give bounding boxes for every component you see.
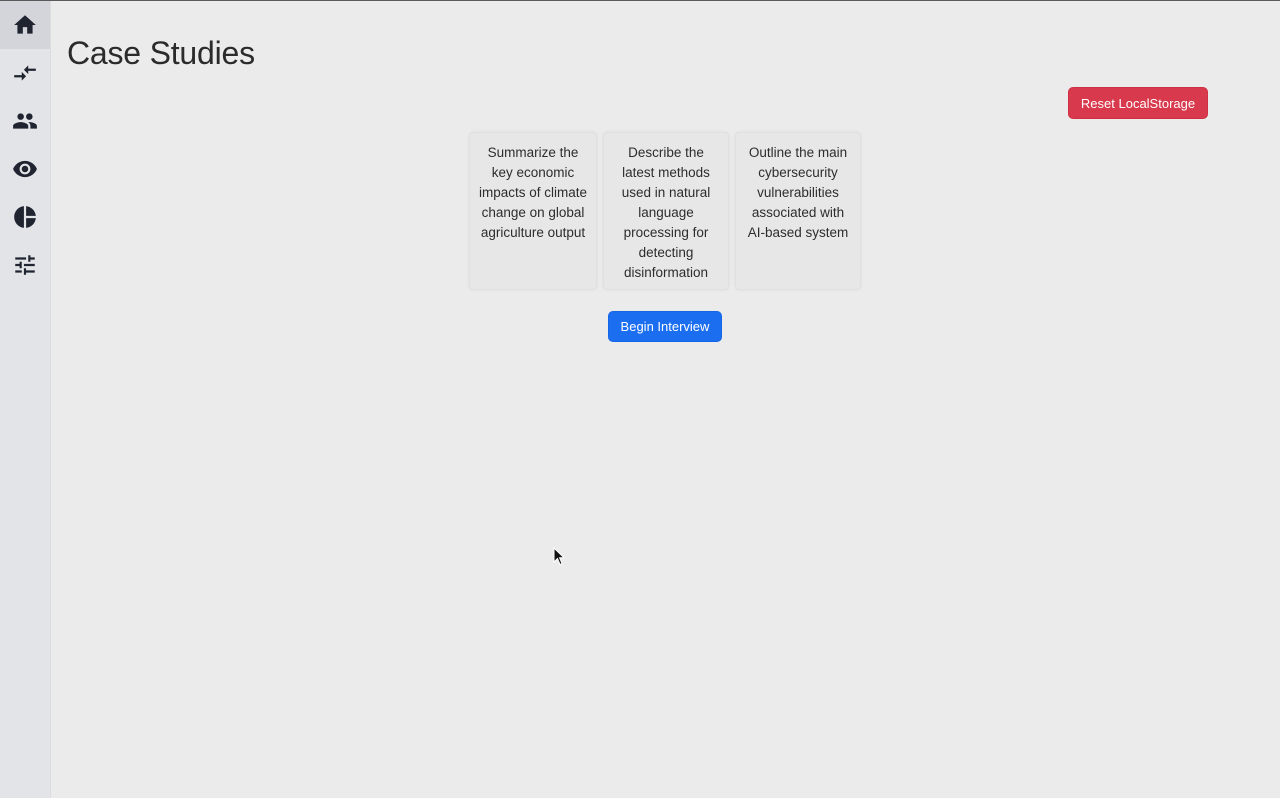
reset-localstorage-button[interactable]: Reset LocalStorage xyxy=(1068,87,1208,119)
sidebar-item-settings[interactable] xyxy=(0,241,50,289)
compare-arrows-icon xyxy=(14,65,36,81)
mouse-cursor-icon xyxy=(553,547,565,566)
sidebar-item-view[interactable] xyxy=(0,145,50,193)
tune-icon xyxy=(15,255,35,275)
sidebar-item-compare[interactable] xyxy=(0,49,50,97)
case-study-cards: Summarize the key economic impacts of cl… xyxy=(469,132,861,290)
case-study-card[interactable]: Outline the main cybersecurity vulnerabi… xyxy=(735,132,861,290)
begin-interview-button[interactable]: Begin Interview xyxy=(608,311,722,342)
app-window: Case Studies Reset LocalStorage Summariz… xyxy=(0,0,1280,798)
page-title: Case Studies xyxy=(67,35,255,71)
case-study-card[interactable]: Summarize the key economic impacts of cl… xyxy=(469,132,597,290)
people-icon xyxy=(13,113,37,129)
sidebar xyxy=(0,1,51,798)
sidebar-item-analytics[interactable] xyxy=(0,193,50,241)
sidebar-item-people[interactable] xyxy=(0,97,50,145)
pie-chart-icon xyxy=(14,206,36,228)
case-study-card[interactable]: Describe the latest methods used in natu… xyxy=(603,132,729,290)
sidebar-item-home[interactable] xyxy=(0,1,50,49)
eye-icon xyxy=(13,160,37,178)
home-icon xyxy=(14,15,36,34)
